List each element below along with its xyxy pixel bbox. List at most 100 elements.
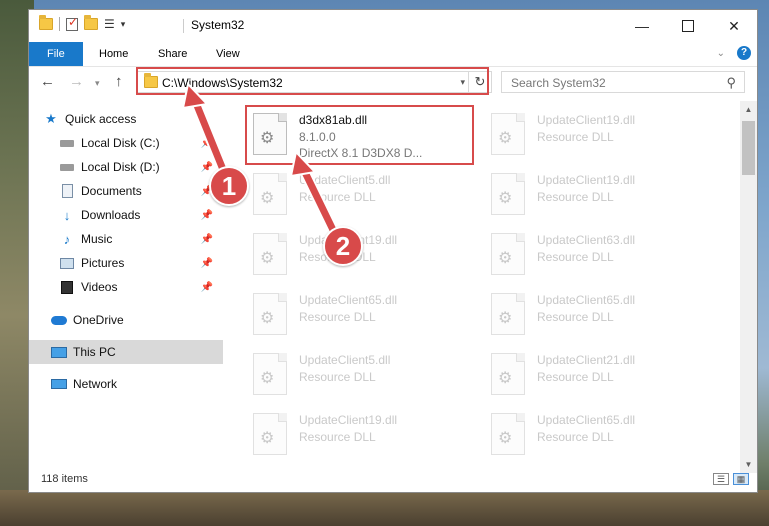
file-item[interactable]: ⚙ UpdateClient5.dll Resource DLL	[247, 345, 477, 403]
scroll-up-icon[interactable]: ▲	[740, 101, 757, 118]
search-icon[interactable]: ⚲	[726, 75, 736, 91]
dll-file-icon: ⚙	[253, 353, 287, 395]
file-description: Resource DLL	[537, 250, 614, 264]
tab-home[interactable]: Home	[85, 42, 142, 66]
pin-icon: 📌	[200, 209, 213, 221]
star-icon: ★	[45, 111, 57, 126]
dll-file-icon: ⚙	[253, 233, 287, 275]
quick-access-toolbar: ☰ ▾	[39, 15, 126, 31]
maximize-icon	[682, 20, 694, 32]
file-item[interactable]: ⚙ UpdateClient65.dll Resource DLL	[485, 285, 715, 343]
file-description: Resource DLL	[299, 370, 376, 384]
minimize-button[interactable]: —	[619, 10, 665, 42]
up-arrow-icon[interactable]: ↑	[115, 73, 123, 90]
nav-item-label: Pictures	[81, 256, 125, 270]
nav-item-onedrive[interactable]: OneDrive	[51, 308, 223, 332]
file-name: UpdateClient19.dll	[537, 113, 636, 127]
dll-file-icon: ⚙	[253, 173, 287, 215]
onedrive-icon	[51, 313, 67, 327]
nav-item-music[interactable]: ♪ Music 📌	[59, 227, 223, 251]
dll-file-icon: ⚙	[491, 233, 525, 275]
videos-icon	[59, 280, 75, 294]
nav-item-label: OneDrive	[73, 313, 124, 327]
nav-item-local-disk-d[interactable]: Local Disk (D:) 📌	[59, 155, 223, 179]
tab-file[interactable]: File	[29, 42, 83, 66]
scroll-thumb[interactable]	[742, 121, 755, 175]
recent-locations-icon[interactable]: ▾	[95, 78, 100, 89]
step-2-badge: 2	[323, 226, 363, 266]
file-highlight-box	[245, 105, 474, 165]
file-description: Resource DLL	[537, 310, 614, 324]
back-arrow-icon[interactable]: ←	[40, 73, 55, 90]
navigation-pane: ★ Quick access Local Disk (C:) 📌 Local D…	[29, 101, 223, 467]
file-item[interactable]: ⚙ UpdateClient65.dll Resource DLL	[485, 405, 715, 463]
file-item[interactable]: ⚙ UpdateClient19.dll Resource DLL	[485, 105, 715, 163]
dll-file-icon: ⚙	[491, 173, 525, 215]
nav-item-pictures[interactable]: Pictures 📌	[59, 251, 223, 275]
nav-item-network[interactable]: Network	[51, 372, 223, 396]
nav-item-this-pc[interactable]: This PC	[29, 340, 223, 364]
pin-icon: 📌	[200, 281, 213, 293]
tiles-view-icon[interactable]: ▦	[733, 473, 749, 485]
help-icon[interactable]: ?	[737, 46, 751, 60]
file-item[interactable]: ⚙ UpdateClient21.dll Resource DLL	[485, 345, 715, 403]
properties-check-icon[interactable]	[66, 15, 78, 31]
maximize-button[interactable]	[665, 10, 711, 42]
file-item[interactable]: ⚙ UpdateClient19.dll Resource DLL	[247, 225, 477, 283]
file-description: Resource DLL	[299, 190, 376, 204]
file-name: UpdateClient19.dll	[537, 173, 636, 187]
file-description: Resource DLL	[537, 430, 614, 444]
nav-item-local-disk-c[interactable]: Local Disk (C:) 📌	[59, 131, 223, 155]
item-count: 118 items	[41, 473, 88, 485]
file-name: UpdateClient63.dll	[537, 233, 636, 247]
music-icon: ♪	[63, 231, 71, 247]
pin-icon: 📌	[200, 257, 213, 269]
qat-dropdown-icon[interactable]: ▾	[121, 19, 126, 30]
tab-share[interactable]: Share	[144, 42, 201, 66]
file-item[interactable]: ⚙ UpdateClient19.dll Resource DLL	[485, 165, 715, 223]
file-description: Resource DLL	[537, 130, 614, 144]
title-bar: ☰ ▾ System32 — ✕	[29, 10, 757, 42]
dll-file-icon: ⚙	[253, 413, 287, 455]
network-icon	[51, 377, 67, 391]
nav-item-downloads[interactable]: ↓ Downloads 📌	[59, 203, 223, 227]
customize-view-icon[interactable]: ☰	[104, 17, 115, 31]
nav-item-videos[interactable]: Videos 📌	[59, 275, 223, 299]
file-item[interactable]: ⚙ UpdateClient65.dll Resource DLL	[247, 285, 477, 343]
vertical-scrollbar[interactable]: ▲ ▼	[740, 101, 757, 473]
file-description: Resource DLL	[537, 190, 614, 204]
step-1-badge: 1	[209, 166, 249, 206]
expand-ribbon-icon[interactable]: ⌄	[717, 48, 725, 59]
new-folder-icon[interactable]	[84, 15, 98, 30]
toolbar-separator	[59, 17, 60, 31]
dll-file-icon: ⚙	[491, 353, 525, 395]
nav-item-label: Local Disk (C:)	[81, 136, 160, 150]
nav-item-quick-access[interactable]: ★ Quick access	[43, 107, 223, 131]
file-item[interactable]: ⚙ UpdateClient5.dll Resource DLL	[247, 165, 477, 223]
nav-item-label: This PC	[73, 345, 116, 359]
file-name: UpdateClient65.dll	[299, 293, 398, 307]
nav-item-label: Music	[81, 232, 113, 246]
nav-item-label: Network	[73, 377, 118, 391]
file-description: Resource DLL	[537, 370, 614, 384]
file-item[interactable]: ⚙ UpdateClient19.dll Resource DLL	[247, 405, 477, 463]
file-name: UpdateClient5.dll	[299, 173, 391, 187]
tab-view[interactable]: View	[202, 42, 254, 66]
file-description: Resource DLL	[299, 430, 376, 444]
close-button[interactable]: ✕	[711, 10, 757, 42]
drive-icon	[59, 136, 75, 150]
folder-icon	[39, 15, 53, 30]
forward-arrow-icon[interactable]: →	[69, 73, 84, 90]
details-view-icon[interactable]: ☰	[713, 473, 729, 485]
file-item[interactable]: ⚙ UpdateClient63.dll Resource DLL	[485, 225, 715, 283]
dll-file-icon: ⚙	[491, 413, 525, 455]
title-separator	[183, 19, 184, 33]
file-name: UpdateClient19.dll	[299, 413, 398, 427]
this-pc-icon	[51, 345, 67, 359]
nav-item-documents[interactable]: Documents 📌	[59, 179, 223, 203]
search-input[interactable]: Search System32 ⚲	[501, 71, 745, 93]
file-name: UpdateClient65.dll	[537, 293, 636, 307]
ribbon-tabs: File Home Share View ⌄ ?	[29, 42, 757, 67]
address-highlight-box	[136, 67, 489, 95]
documents-icon	[59, 184, 75, 198]
